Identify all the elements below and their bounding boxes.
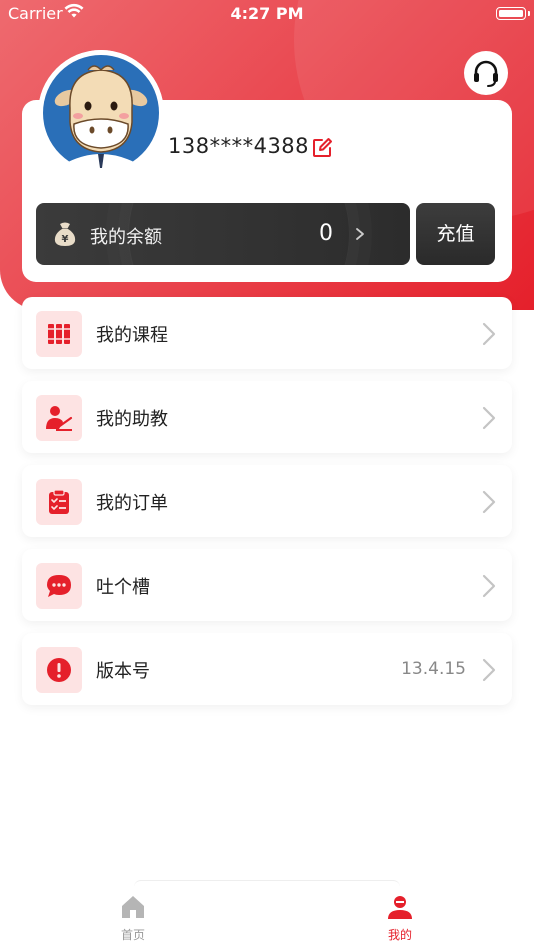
chevron-right-icon [482,574,496,598]
menu-item-feedback[interactable]: 吐个槽 [22,549,512,621]
menu-item-label: 我的订单 [96,493,168,514]
teacher-icon [46,406,73,431]
menu-item-orders[interactable]: 我的订单 [22,465,512,537]
menu-item-label: 吐个槽 [96,577,150,598]
tab-bar: 首页 我的 [0,880,534,950]
tab-label: 我的 [387,928,412,942]
customer-service-button[interactable] [464,51,508,95]
battery-icon [496,7,526,20]
chevron-right-icon [482,322,496,346]
edit-icon[interactable] [311,137,333,159]
chevron-right-icon [482,406,496,430]
chat-bubble-icon [47,575,71,597]
balance-value: 0 [319,221,333,246]
menu-item-courses[interactable]: 我的课程 [22,297,512,369]
phone-number: 138****4388 [168,134,310,158]
chevron-right-icon [482,658,496,682]
money-bag-icon: ¥ [54,222,76,246]
status-bar: Carrier 4:27 PM [0,0,534,28]
books-icon [48,324,70,344]
headset-icon [474,60,498,87]
recharge-button[interactable]: 充值 [416,203,495,265]
user-icon [388,896,412,919]
menu-item-label: 版本号 [96,661,150,682]
chevron-right-icon [356,228,364,240]
menu-item-assistant[interactable]: 我的助教 [22,381,512,453]
balance-label: 我的余额 [90,227,162,248]
chevron-right-icon [482,490,496,514]
avatar[interactable] [38,50,164,176]
home-icon [122,896,144,918]
menu-item-label: 我的课程 [96,325,168,346]
status-time: 4:27 PM [230,4,304,23]
clipboard-icon [49,489,69,514]
version-value: 13.4.15 [401,659,466,679]
svg-text:¥: ¥ [62,234,69,245]
balance-card[interactable]: ¥ 我的余额 0 [36,203,410,265]
tab-label: 首页 [120,928,145,942]
tab-home[interactable]: 首页 [93,894,173,943]
exclamation-icon [47,658,71,682]
tab-mine[interactable]: 我的 [360,894,440,943]
cow-avatar-icon [38,50,164,176]
menu-item-label: 我的助教 [96,409,168,430]
menu-item-version[interactable]: 版本号 13.4.15 [22,633,512,705]
